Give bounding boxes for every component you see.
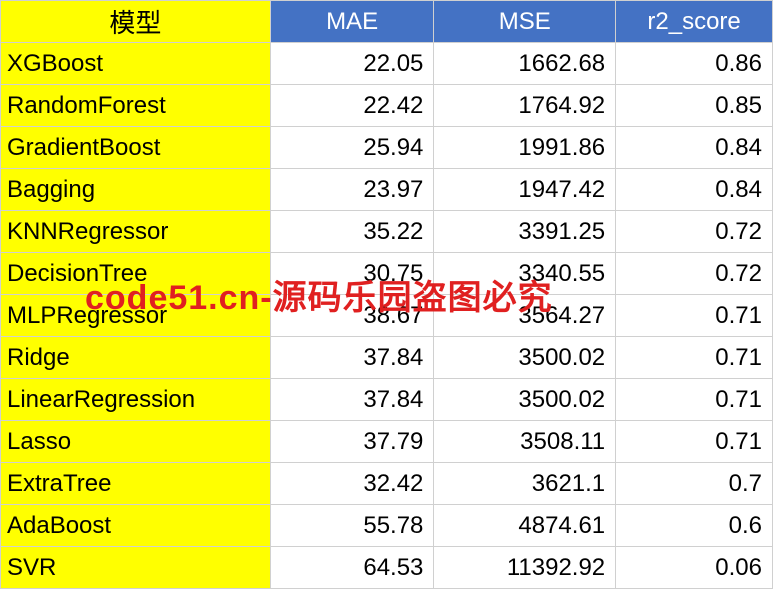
table-row: GradientBoost25.941991.860.84	[1, 127, 773, 169]
header-model: 模型	[1, 1, 271, 43]
r2-cell: 0.06	[616, 547, 773, 589]
r2-cell: 0.72	[616, 253, 773, 295]
header-r2: r2_score	[616, 1, 773, 43]
model-name-cell: KNNRegressor	[1, 211, 271, 253]
mae-cell: 23.97	[270, 169, 434, 211]
mse-cell: 3564.27	[434, 295, 616, 337]
table-row: ExtraTree32.423621.10.7	[1, 463, 773, 505]
table-row: XGBoost22.051662.680.86	[1, 43, 773, 85]
r2-cell: 0.71	[616, 295, 773, 337]
mae-cell: 37.84	[270, 337, 434, 379]
r2-cell: 0.7	[616, 463, 773, 505]
r2-cell: 0.6	[616, 505, 773, 547]
mse-cell: 11392.92	[434, 547, 616, 589]
mse-cell: 1991.86	[434, 127, 616, 169]
mae-cell: 30.75	[270, 253, 434, 295]
table-header-row: 模型 MAE MSE r2_score	[1, 1, 773, 43]
table-row: DecisionTree30.753340.550.72	[1, 253, 773, 295]
mse-cell: 1662.68	[434, 43, 616, 85]
r2-cell: 0.71	[616, 337, 773, 379]
table-row: AdaBoost55.784874.610.6	[1, 505, 773, 547]
model-name-cell: RandomForest	[1, 85, 271, 127]
model-name-cell: DecisionTree	[1, 253, 271, 295]
mse-cell: 4874.61	[434, 505, 616, 547]
table-row: Lasso37.793508.110.71	[1, 421, 773, 463]
mae-cell: 38.67	[270, 295, 434, 337]
table-row: KNNRegressor35.223391.250.72	[1, 211, 773, 253]
header-mae: MAE	[270, 1, 434, 43]
r2-cell: 0.84	[616, 127, 773, 169]
table-row: Bagging23.971947.420.84	[1, 169, 773, 211]
table-row: LinearRegression37.843500.020.71	[1, 379, 773, 421]
table-row: MLPRegressor38.673564.270.71	[1, 295, 773, 337]
model-name-cell: Bagging	[1, 169, 271, 211]
mae-cell: 32.42	[270, 463, 434, 505]
table-row: SVR64.5311392.920.06	[1, 547, 773, 589]
mae-cell: 55.78	[270, 505, 434, 547]
model-name-cell: GradientBoost	[1, 127, 271, 169]
mae-cell: 64.53	[270, 547, 434, 589]
mse-cell: 3508.11	[434, 421, 616, 463]
r2-cell: 0.84	[616, 169, 773, 211]
table-row: Ridge37.843500.020.71	[1, 337, 773, 379]
mse-cell: 3340.55	[434, 253, 616, 295]
model-name-cell: XGBoost	[1, 43, 271, 85]
r2-cell: 0.71	[616, 421, 773, 463]
table-row: RandomForest22.421764.920.85	[1, 85, 773, 127]
mse-cell: 1947.42	[434, 169, 616, 211]
mse-cell: 3500.02	[434, 379, 616, 421]
model-name-cell: Lasso	[1, 421, 271, 463]
header-mse: MSE	[434, 1, 616, 43]
model-name-cell: Ridge	[1, 337, 271, 379]
model-name-cell: AdaBoost	[1, 505, 271, 547]
mae-cell: 25.94	[270, 127, 434, 169]
model-name-cell: SVR	[1, 547, 271, 589]
mae-cell: 22.42	[270, 85, 434, 127]
mse-cell: 3500.02	[434, 337, 616, 379]
r2-cell: 0.86	[616, 43, 773, 85]
model-name-cell: LinearRegression	[1, 379, 271, 421]
mae-cell: 37.84	[270, 379, 434, 421]
mae-cell: 35.22	[270, 211, 434, 253]
mse-cell: 3621.1	[434, 463, 616, 505]
model-name-cell: MLPRegressor	[1, 295, 271, 337]
r2-cell: 0.72	[616, 211, 773, 253]
mse-cell: 3391.25	[434, 211, 616, 253]
mae-cell: 37.79	[270, 421, 434, 463]
mae-cell: 22.05	[270, 43, 434, 85]
model-name-cell: ExtraTree	[1, 463, 271, 505]
mse-cell: 1764.92	[434, 85, 616, 127]
r2-cell: 0.71	[616, 379, 773, 421]
r2-cell: 0.85	[616, 85, 773, 127]
model-metrics-table: 模型 MAE MSE r2_score XGBoost22.051662.680…	[0, 0, 773, 589]
